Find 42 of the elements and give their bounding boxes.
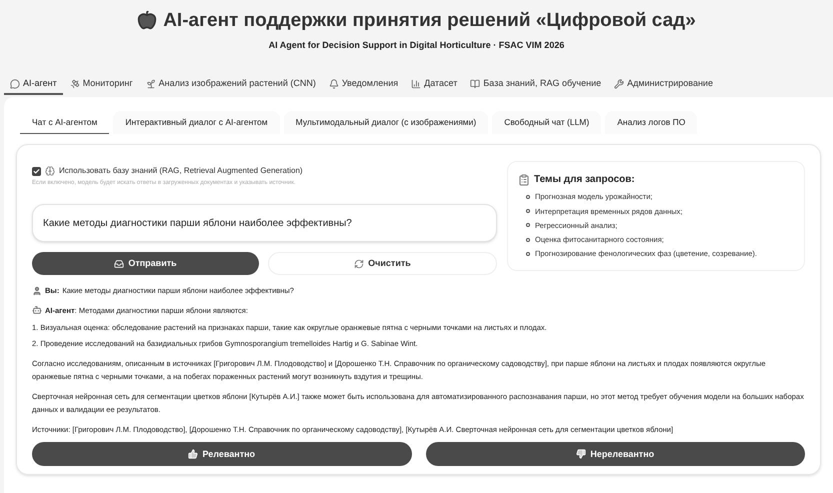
sub-tab[interactable]: Мультимодальный диалог (с изображениями) xyxy=(284,110,488,134)
thumbs-up-icon xyxy=(188,449,198,460)
main-tab[interactable]: Уведомления xyxy=(322,74,404,94)
bell-icon xyxy=(328,78,339,88)
page-subtitle: AI Agent for Decision Support in Digital Horticulture · FSAC VIM 2026 xyxy=(268,39,564,52)
wrench-icon xyxy=(614,78,624,88)
satellite-icon xyxy=(70,78,80,88)
irrelevant-button[interactable]: Нерелевантно xyxy=(426,442,805,466)
bullet-icon xyxy=(526,223,530,228)
main-tab[interactable]: Анализ изображений растений (CNN) xyxy=(140,74,322,94)
main-tab[interactable]: Датасет xyxy=(405,74,464,94)
bullet-icon xyxy=(526,252,530,256)
apple-icon xyxy=(137,10,158,30)
clear-button[interactable]: Очистить xyxy=(268,252,497,276)
relevant-button[interactable]: Релевантно xyxy=(32,442,412,466)
main-tab[interactable]: База знаний, RAG обучение xyxy=(464,74,608,94)
user-icon xyxy=(32,286,42,296)
sprout-icon xyxy=(146,78,156,88)
brain-icon xyxy=(45,166,55,176)
clipboard-icon xyxy=(518,174,530,186)
sub-tab[interactable]: Интерактивный диалог с AI-агентом xyxy=(113,110,280,134)
main-tab[interactable]: Администрирование xyxy=(608,74,719,94)
sub-tab[interactable]: Свободный чат (LLM) xyxy=(492,110,602,134)
bullet-icon xyxy=(526,194,530,199)
inbox-icon xyxy=(114,258,124,269)
topics-title: Темы для запросов: xyxy=(534,173,635,188)
thumbs-down-icon xyxy=(576,449,586,460)
rag-checkbox[interactable] xyxy=(32,166,41,176)
bullet-icon xyxy=(526,238,530,242)
sub-tab[interactable]: Анализ логов ПО xyxy=(605,110,698,134)
book-icon xyxy=(470,78,480,88)
sub-tab[interactable]: Чат с AI-агентом xyxy=(20,110,110,134)
main-tab[interactable]: Мониторинг xyxy=(64,74,139,94)
page-title: AI-агент поддержки принятия решений «Цифровой сад» xyxy=(163,10,696,30)
rag-label: Использовать базу знаний (RAG, Retrieval Augmented Generation) xyxy=(59,165,303,178)
bar-chart-icon xyxy=(411,78,422,88)
question-field[interactable]: Какие методы диагностики парши яблони наиболее эффективны? xyxy=(32,204,497,242)
chat-icon xyxy=(10,78,20,88)
send-button[interactable]: Отправить xyxy=(32,252,259,276)
bullet-icon xyxy=(526,209,530,214)
refresh-icon xyxy=(354,258,364,269)
bot-icon xyxy=(32,305,42,316)
